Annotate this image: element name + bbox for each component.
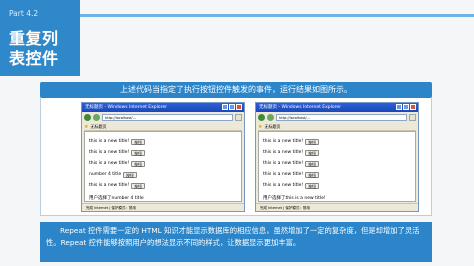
address-field[interactable]: http://localhost/... (276, 114, 407, 121)
selection-message: 用户选择了number 4 title (89, 196, 144, 201)
item-button[interactable]: 按钮 (131, 160, 145, 167)
item-button[interactable]: 按钮 (305, 138, 319, 145)
item-text: this is a new title! (263, 183, 304, 188)
item-button[interactable]: 按钮 (131, 138, 145, 145)
item-text: this is a new title! (263, 150, 304, 155)
list-item: this is a new title! 按钮 (263, 158, 411, 169)
tab-label[interactable]: 无标题页 (264, 124, 280, 130)
list-item: this is a new title! 按钮 (263, 147, 411, 158)
favorites-bar: ★ 无标题页 (258, 123, 416, 131)
go-button[interactable] (235, 114, 242, 121)
item-button[interactable]: 按钮 (123, 171, 137, 178)
address-bar: http://localhost/... (84, 113, 242, 122)
description-text: Repeat 控件需要一定的 HTML 知识才能显示数据库的相应信息，虽然增加了… (46, 226, 420, 247)
go-button[interactable] (409, 114, 416, 121)
part-label: Part 4.2 (9, 9, 39, 18)
address-bar: http://localhost/... (258, 113, 416, 122)
status-bar: 完成 Internet | 保护模式：禁用 (256, 203, 418, 211)
item-button[interactable]: 按钮 (305, 160, 319, 167)
list-item: number 4 title 按钮 (89, 169, 237, 180)
star-icon[interactable]: ★ (84, 124, 88, 130)
maximize-icon[interactable] (229, 104, 235, 110)
list-item: this is a new title! 按钮 (89, 180, 237, 191)
close-icon[interactable] (236, 104, 242, 110)
decorative-bar (80, 14, 474, 17)
item-button[interactable]: 按钮 (305, 149, 319, 156)
item-text: this is a new title! (89, 183, 130, 188)
item-text: this is a new title! (89, 150, 130, 155)
star-icon[interactable]: ★ (258, 124, 262, 130)
minimize-icon[interactable] (222, 104, 228, 110)
item-text: this is a new title! (263, 172, 304, 177)
forward-icon[interactable] (93, 114, 100, 121)
tab-label[interactable]: 无标题页 (90, 124, 106, 130)
slide: Part 4.2 重复列 表控件 上述代码当指定了执行按钮控件触发的事件，运行结… (0, 0, 474, 266)
window-controls (222, 104, 242, 110)
item-text: this is a new title! (263, 161, 304, 166)
window-controls (396, 104, 416, 110)
page-content: this is a new title! 按钮 this is a new tit… (84, 131, 242, 202)
window-titlebar: 无标题页 - Windows Internet Explorer (256, 103, 418, 112)
status-bar: 完成 Internet | 保护模式：禁用 (82, 203, 244, 211)
back-icon[interactable] (258, 114, 265, 121)
maximize-icon[interactable] (403, 104, 409, 110)
list-item: this is a new title! 按钮 (263, 169, 411, 180)
item-text: this is a new title! (89, 161, 130, 166)
window-title: 无标题页 - Windows Internet Explorer (259, 105, 342, 110)
browser-window-2: 无标题页 - Windows Internet Explorer http://… (255, 102, 419, 212)
item-button[interactable]: 按钮 (305, 171, 319, 178)
item-text: this is a new title! (263, 139, 304, 144)
list-item: this is a new title! 按钮 (89, 136, 237, 147)
title-line-2: 表控件 (9, 49, 59, 68)
back-icon[interactable] (84, 114, 91, 121)
close-icon[interactable] (410, 104, 416, 110)
forward-icon[interactable] (267, 114, 274, 121)
caption-text: 上述代码当指定了执行按钮控件触发的事件，运行结果如图所示。 (120, 85, 352, 94)
item-text: this is a new title! (89, 139, 130, 144)
list-item: this is a new title! 按钮 (263, 180, 411, 191)
favorites-bar: ★ 无标题页 (84, 123, 242, 131)
selection-message: 用户选择了this is a new title! (263, 196, 326, 201)
caption-banner: 上述代码当指定了执行按钮控件触发的事件，运行结果如图所示。 (40, 82, 432, 98)
title-block: Part 4.2 重复列 表控件 (0, 0, 80, 76)
address-field[interactable]: http://localhost/... (102, 114, 233, 121)
item-button[interactable]: 按钮 (305, 182, 319, 189)
item-button[interactable]: 按钮 (131, 149, 145, 156)
page-content: this is a new title! 按钮 this is a new tit… (258, 131, 416, 202)
item-text: number 4 title (89, 172, 122, 177)
window-titlebar: 无标题页 - Windows Internet Explorer (82, 103, 244, 112)
browser-window-1: 无标题页 - Windows Internet Explorer http://… (81, 102, 245, 212)
list-item: this is a new title! 按钮 (89, 158, 237, 169)
window-title: 无标题页 - Windows Internet Explorer (85, 105, 168, 110)
minimize-icon[interactable] (396, 104, 402, 110)
list-item: this is a new title! 按钮 (89, 147, 237, 158)
item-button[interactable]: 按钮 (131, 182, 145, 189)
list-item: this is a new title! 按钮 (263, 136, 411, 147)
screenshot-panel: 无标题页 - Windows Internet Explorer http://… (40, 98, 432, 216)
description-box: Repeat 控件需要一定的 HTML 知识才能显示数据库的相应信息，虽然增加了… (40, 222, 432, 262)
